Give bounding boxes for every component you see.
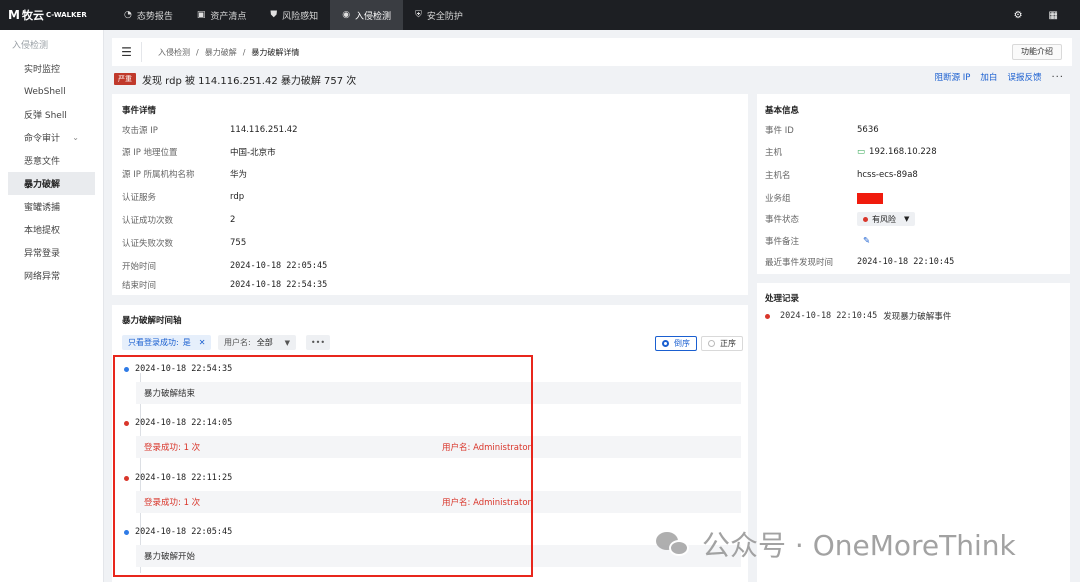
false-positive-feedback-button[interactable]: 误报反馈 <box>1007 71 1041 83</box>
risk-dot-icon <box>863 216 868 222</box>
logo-text: 牧云 <box>21 9 44 22</box>
top-navigation-bar: M 牧云 C-WALKER ◔ 态势报告 ▣ 资产清点 ⛊ 风险感知 ◉ 入侵检测 ⛨ 安… <box>0 0 1080 30</box>
sidebar-item-honeypot[interactable]: 蜜罐诱捕 <box>8 195 95 218</box>
menu-toggle-icon[interactable]: ☰ <box>112 42 142 62</box>
close-icon[interactable]: ✕ <box>199 338 206 347</box>
breadcrumb: 入侵检测 / 暴力破解 / 暴力破解详情 <box>158 47 300 58</box>
info-row-event-id: 事件 ID 5636 <box>765 125 879 136</box>
page-header: ☰ 入侵检测 / 暴力破解 / 暴力破解详情 功能介绍 <box>112 38 1072 66</box>
info-row-note: 事件备注 ✎ <box>765 236 871 247</box>
grid-apps-icon[interactable]: ▦ <box>1049 10 1058 21</box>
block-source-ip-button[interactable]: 阻断源 IP <box>935 71 971 83</box>
nav-asset-inventory[interactable]: ▣ 资产清点 <box>185 0 259 30</box>
status-select[interactable]: 有风险 ▼ <box>857 212 916 226</box>
detail-row: 认证服务 rdp <box>122 192 245 203</box>
breadcrumb-item[interactable]: 暴力破解 <box>205 47 237 58</box>
app-logo[interactable]: M 牧云 C-WALKER <box>0 7 112 23</box>
info-row-last-seen: 最近事件发现时间 2024-10-18 22:10:45 <box>765 257 955 268</box>
panel-title: 处理记录 <box>765 294 800 304</box>
info-row-host: 主机 ▭ 192.168.10.228 <box>765 147 937 158</box>
nav-security-protection[interactable]: ⛨ 安全防护 <box>403 0 475 30</box>
event-details-panel: 事件详情 攻击源 IP 114.116.251.42 源 IP 地理位置 中国-北京… <box>112 94 748 295</box>
main-nav: ◔ 态势报告 ▣ 资产清点 ⛊ 风险感知 ◉ 入侵检测 ⛨ 安全防护 <box>112 0 475 30</box>
host-link[interactable]: 192.168.10.228 <box>869 147 937 157</box>
sidebar-section-title: 入侵检测 <box>12 41 49 51</box>
more-actions-icon[interactable]: ··· <box>1051 72 1064 83</box>
panel-title: 暴力破解时间轴 <box>122 316 182 326</box>
sidebar: 入侵检测 实时监控 WebShell 反弹 Shell 命令审计 ⌄ 恶意文件 暴… <box>0 30 104 582</box>
logo-mark: M <box>8 8 20 22</box>
breadcrumb-item[interactable]: 入侵检测 <box>158 47 190 58</box>
highlight-annotation-box <box>113 355 533 577</box>
shield-check-icon: ⛨ <box>415 10 422 20</box>
event-title-row: 严重 发现 rdp 被 114.116.251.42 暴力破解 757 次 阻断… <box>114 71 1070 87</box>
logo-subtitle: C-WALKER <box>45 11 87 19</box>
wechat-icon <box>656 530 692 558</box>
nav-risk-awareness[interactable]: ⛊ 风险感知 <box>258 0 330 30</box>
detail-row: 结束时间 2024-10-18 22:54:35 <box>122 280 328 291</box>
radar-icon: ◉ <box>342 10 351 20</box>
detail-row: 攻击源 IP 114.116.251.42 <box>122 125 298 136</box>
caret-down-icon: ▼ <box>284 338 290 347</box>
detail-row: 源 IP 地理位置 中国-北京市 <box>122 148 276 158</box>
redacted-block <box>857 192 883 204</box>
sidebar-item-network-anomaly[interactable]: 网络异常 <box>8 264 95 287</box>
detail-row: 源 IP 所属机构名称 华为 <box>122 170 248 180</box>
basic-info-panel: 基本信息 事件 ID 5636 主机 ▭ 192.168.10.228 主机名 hcss… <box>757 94 1070 274</box>
briefcase-icon: ▣ <box>196 10 206 20</box>
panel-title: 事件详情 <box>122 106 157 116</box>
record-item: 2024-10-18 22:10:45 发现暴力破解事件 <box>765 310 951 322</box>
sidebar-item-reverse-shell[interactable]: 反弹 Shell <box>8 103 95 126</box>
record-dot-icon <box>765 313 770 319</box>
detail-row: 开始时间 2024-10-18 22:05:45 <box>122 261 328 272</box>
whitelist-button[interactable]: 加白 <box>980 71 997 83</box>
detail-row: 认证成功次数 2 <box>122 215 236 226</box>
sidebar-item-command-audit[interactable]: 命令审计 ⌄ <box>8 126 95 149</box>
panel-title: 基本信息 <box>765 106 800 116</box>
info-row-business-group: 业务组 <box>765 192 1065 204</box>
sidebar-item-realtime-monitor[interactable]: 实时监控 <box>8 57 95 80</box>
info-row-status: 事件状态 有风险 ▼ <box>765 212 1065 226</box>
edit-pencil-icon[interactable]: ✎ <box>863 236 870 246</box>
sort-desc-radio[interactable]: 倒序 <box>655 336 697 351</box>
sidebar-item-brute-force[interactable]: 暴力破解 <box>8 172 95 195</box>
sidebar-item-privilege-escalation[interactable]: 本地提权 <box>8 218 95 241</box>
sidebar-item-malicious-file[interactable]: 恶意文件 <box>8 149 95 172</box>
username-filter-select[interactable]: 用户名: 全部 ▼ <box>218 335 296 350</box>
chevron-down-icon: ⌄ <box>72 133 79 142</box>
gear-icon[interactable]: ⚙ <box>1014 10 1023 21</box>
sidebar-item-abnormal-login[interactable]: 异常登录 <box>8 241 95 264</box>
nav-intrusion-detection[interactable]: ◉ 入侵检测 <box>330 0 404 30</box>
caret-down-icon: ▼ <box>904 215 910 223</box>
sidebar-item-webshell[interactable]: WebShell <box>8 80 95 103</box>
watermark: 公众号 · OneMoreThink <box>656 524 1016 564</box>
dashboard-icon: ◔ <box>124 10 132 20</box>
login-success-filter-chip[interactable]: 只看登录成功: 是 ✕ <box>122 335 212 350</box>
more-filters-button[interactable]: ••• <box>306 335 330 350</box>
info-row-hostname: 主机名 hcss-ecs-89a8 <box>765 170 918 181</box>
nav-situation-report[interactable]: ◔ 态势报告 <box>112 0 185 30</box>
event-actions: 阻断源 IP 加白 误报反馈 ··· <box>935 71 1064 84</box>
shield-alert-icon: ⛊ <box>270 10 278 20</box>
event-title: 发现 rdp 被 114.116.251.42 暴力破解 757 次 <box>142 75 357 87</box>
severity-badge: 严重 <box>114 73 136 85</box>
sort-asc-radio[interactable]: 正序 <box>701 336 743 351</box>
top-right-tools: ⚙ ▦ <box>1014 0 1058 30</box>
feature-intro-button[interactable]: 功能介绍 <box>1012 44 1062 60</box>
detail-row: 认证失败次数 755 <box>122 238 247 249</box>
monitor-icon: ▭ <box>857 147 866 157</box>
breadcrumb-current: 暴力破解详情 <box>251 47 300 57</box>
